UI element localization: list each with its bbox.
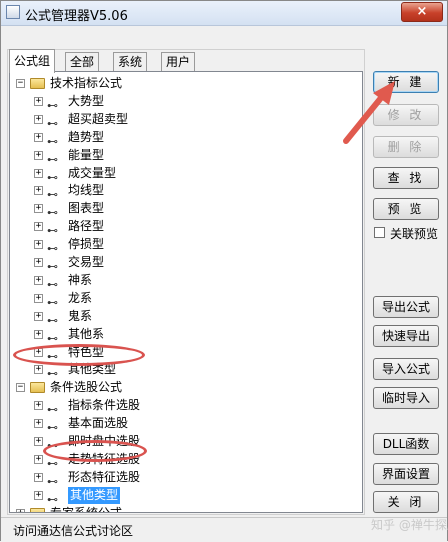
annotation-arrow-icon <box>343 81 395 144</box>
tab-formula-group[interactable]: 公式组 <box>9 49 56 73</box>
formula-manager-window: 公式管理器V5.06 × 公式组 全部 系统 用户 − 技术指标公式 + ⊷ 大势型 + ⊷… <box>0 0 448 542</box>
